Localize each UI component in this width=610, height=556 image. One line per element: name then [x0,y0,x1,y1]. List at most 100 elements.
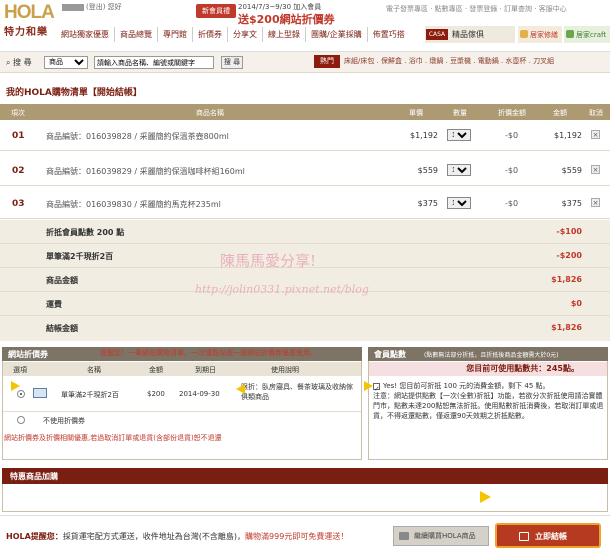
points-available: 您目前可使用點數共：245點。 [369,362,607,376]
continue-shopping-button[interactable]: 繼續購買HOLA商品 [393,526,489,546]
qty-select[interactable]: 1 [447,129,471,141]
hola-logo[interactable]: HOLA 特力和樂 [4,3,55,41]
home-repair-link[interactable]: 居家修繕 [518,26,562,43]
annotation-arrow [236,384,245,394]
summary-row: 折抵會員點數 200 點 -$100 [0,220,610,244]
coupon-expiry: 2014-09-30 [179,390,220,398]
cart-table-header: 項次 商品名稱 單價 數量 折價金額 金額 取消 [0,104,610,120]
coupon-radio[interactable] [17,390,25,398]
row-amount: $375 [561,199,582,208]
coupon-col: 使用說明 [271,366,299,374]
row-name[interactable]: 商品編號：016039828 / 采麗簡約保溫茶壺800ml [46,131,229,142]
nav-item[interactable]: 網站獨家優惠 [56,27,115,42]
qty-select[interactable]: 1 [447,197,471,209]
home-craft-text: 居家craft [576,31,607,39]
col-index: 項次 [11,109,25,117]
col-name: 商品名稱 [196,109,224,117]
continue-label: 繼續購買HOLA商品 [414,532,476,540]
nav-item[interactable]: 團購/企業採購 [306,27,368,42]
hot-keywords[interactable]: 床組/床包 . 保鮮盒 . 浴巾 . 燉鍋 . 豆漿機 . 電動鍋 . 水壺杯 … [344,56,554,66]
house-icon [520,30,528,38]
coupon-amount: $200 [147,390,165,398]
col-price: 單價 [409,109,423,117]
search-icon: ⌕ [6,58,11,67]
delete-icon[interactable]: × [591,198,600,207]
house-icon [566,30,574,38]
points-note: (點數無法部分折抵，且折抵後商品金額需大於0元) [424,352,559,359]
points-checkbox[interactable]: ✓ [373,382,380,393]
summary-label: 運費 [46,300,62,309]
row-amount: $559 [561,166,582,175]
annotation-arrow [364,381,373,391]
coupon-none-row[interactable]: 不使用折價券 [3,412,361,428]
hot-label: 熱門 [314,55,340,68]
coupon-row[interactable]: 單筆滿2千現折2百 $200 2014-09-30 限折：臥房寢具、餐茶玻璃及收… [3,376,361,412]
msg-red: 購物滿999元即可免費運送！ [245,532,349,541]
points-notice: 注意：網站提供點數【一次(全數)折抵】功能，若欲分次折抵使用請洽實體門市，點數未… [373,392,604,420]
summary-value: $1,826 [551,323,582,332]
top-links[interactable]: 電子發票專區 · 點數專區 · 發票登錄 · 訂單查詢 · 客服中心 [386,4,567,14]
summary-row: 結帳金額 $1,826 [0,316,610,340]
checkout-icon [519,532,529,541]
row-discount: -$0 [505,199,519,208]
summary-label: 商品金額 [46,276,78,285]
search-input[interactable] [94,56,214,69]
row-price: $1,192 [410,131,438,140]
summary-value: -$200 [556,251,582,260]
coupon-warning: 提醒您！一筆網站購物清單，一次僅能勾選一張網站折價券優惠使用。 [100,349,317,357]
checkout-button[interactable]: 立即結帳 [495,523,601,548]
checkout-label: 立即結帳 [535,532,567,541]
delete-icon[interactable]: × [591,165,600,174]
promo-tag: 新會員禮 [196,4,236,18]
row-price: $559 [417,166,438,175]
coupon-columns: 選項 名稱 金額 到期日 使用說明 [3,362,361,376]
nav-item[interactable]: 分享文 [228,27,263,42]
nav-item[interactable]: 佈置巧搭 [368,27,410,42]
coupon-footer: 網站折價券及折價相關優惠,若過取消訂單或退貨(含部份退貨)恕不退還 [4,434,222,442]
search-category-select[interactable]: 商品 [44,56,88,69]
coupon-col: 到期日 [195,366,216,374]
row-index: 01 [12,131,25,141]
nav-item[interactable]: 專門館 [158,27,193,42]
shipping-message: HOLA提醒您：採貨運宅配方式運送，收件地址為台灣(不含離島)，購物滿999元即… [6,531,348,542]
annotation-arrow [11,381,20,391]
points-confirm-row[interactable]: ✓ Yes! 您目前可折抵 100 元的消費金額，剩下 45 點。 [373,381,605,393]
coupon-col: 選項 [13,366,27,374]
special-body [2,484,608,512]
row-name[interactable]: 商品編號：016039829 / 采麗簡約保溫咖啡杯組160ml [46,166,245,177]
qty-select[interactable]: 1 [447,164,471,176]
cart-row: 01 商品編號：016039828 / 采麗簡約保溫茶壺800ml $1,192… [0,120,610,151]
row-discount: -$0 [505,166,519,175]
points-title: 會員點數 [374,350,406,359]
nav-item[interactable]: 商品總覽 [115,27,158,42]
promo-banner[interactable]: 新會員禮 2014/7/3~9/30 加入會員 送$200網站折價券 [196,1,376,26]
watermark-url: http://jolin0331.pixnet.net/blog [195,283,369,296]
special-header: 特惠商品加購 [2,468,608,484]
home-repair-text: 居家修繕 [530,31,558,39]
no-coupon-radio[interactable] [17,416,25,424]
logo-sub: 特力和樂 [4,27,48,38]
delete-icon[interactable]: × [591,130,600,139]
row-name[interactable]: 商品編號：016039830 / 采麗簡約馬克杯235ml [46,199,221,210]
summary-label: 結帳金額 [46,324,78,333]
nav-item[interactable]: 折價券 [193,27,228,42]
casa-link[interactable]: CASA 精品傢俱 [425,26,515,43]
coupon-icon [33,388,47,398]
casa-logo: CASA [426,29,448,40]
msg-text: 採貨運宅配方式運送，收件地址為台灣(不含離島)， [62,532,246,541]
search-button[interactable]: 搜 尋 [221,56,243,69]
home-craft-link[interactable]: 居家craft [564,26,610,43]
summary-value: -$100 [556,227,582,236]
special-title: 特惠商品加購 [10,472,58,481]
logout-link[interactable]: (登出) 您好 [86,3,122,11]
summary-label: 單筆滿2千現折2百 [46,252,114,261]
row-price: $375 [417,199,438,208]
nav-item[interactable]: 線上型錄 [263,27,306,42]
summary-value: $1,826 [551,275,582,284]
cart-summary: 折抵會員點數 200 點 -$100 單筆滿2千現折2百 -$200 商品金額 $1,… [0,220,610,341]
username-mask [62,3,84,11]
points-header: 會員點數 (點數無法部分折抵，且折抵後商品金額需大於0元) [368,347,608,361]
watermark-title: 陳馬馬愛分享! [220,252,317,270]
row-discount: -$0 [505,131,519,140]
main-nav: 網站獨家優惠 商品總覽 專門館 折價券 分享文 線上型錄 團購/企業採購 佈置巧… [56,27,410,42]
